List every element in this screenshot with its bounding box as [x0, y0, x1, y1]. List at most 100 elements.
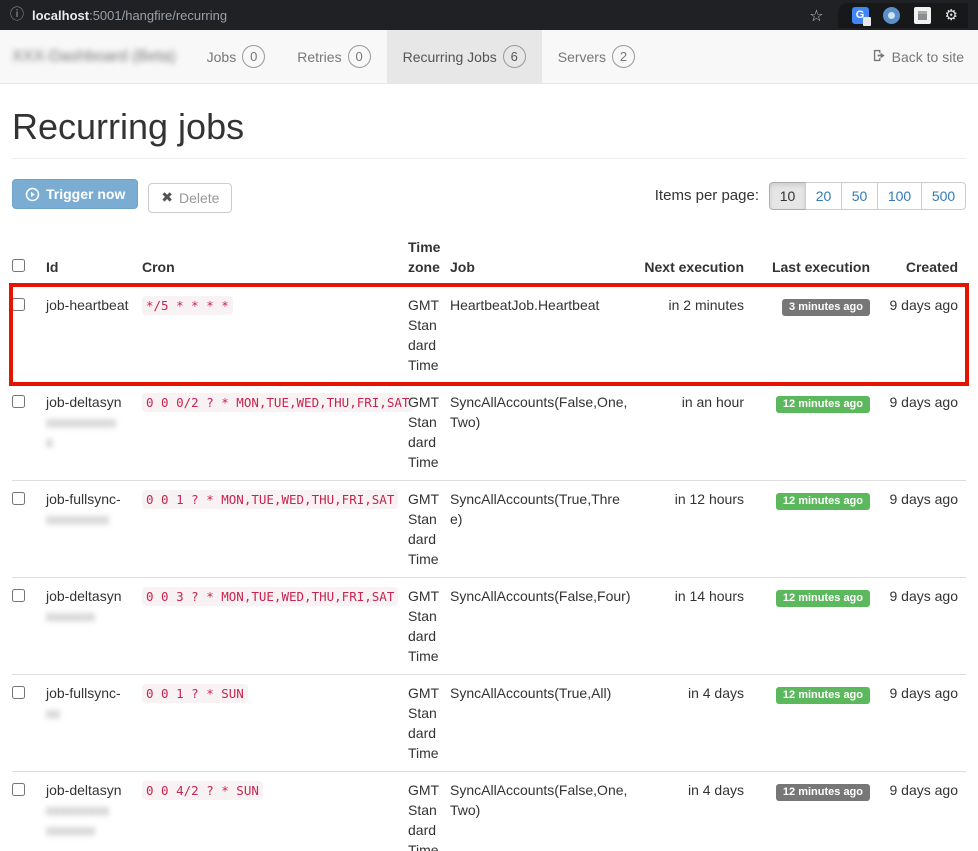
cron-expression: 0 0 4/2 ? * SUN: [142, 781, 263, 800]
nav-tab-label: Recurring Jobs: [403, 49, 497, 65]
job-id-text: job-fullsync-: [46, 491, 121, 507]
delete-x-icon: ✖: [161, 190, 173, 206]
table-row: job-fullsync-xx 0 0 1 ? * SUN GMT Standa…: [12, 674, 966, 771]
nav-tab-jobs[interactable]: Jobs 0: [191, 30, 282, 83]
table-row: job-heartbeat */5 * * * * GMT Standard T…: [12, 286, 966, 384]
table-row: job-deltasynxxxxxxxxxxx 0 0 0/2 ? * MON,…: [12, 383, 966, 480]
row-checkbox[interactable]: [12, 783, 25, 796]
next-execution-cell: in 2 minutes: [640, 286, 752, 384]
translate-extension-icon[interactable]: G: [852, 7, 869, 24]
created-cell: 9 days ago: [878, 286, 966, 384]
table-row: job-fullsync-xxxxxxxxx 0 0 1 ? * MON,TUE…: [12, 480, 966, 577]
browser-address-bar: ⓘ localhost:5001/hangfire/recurring ☆ G …: [0, 0, 978, 30]
page-size-500[interactable]: 500: [921, 182, 966, 210]
cron-cell: 0 0 1 ? * SUN: [142, 674, 408, 771]
header-next-execution: Next execution: [640, 229, 752, 286]
job-id-text: job-deltasyn: [46, 394, 122, 410]
row-checkbox[interactable]: [12, 395, 25, 408]
nav-tab-retries[interactable]: Retries 0: [281, 30, 386, 83]
last-execution-cell: 12 minutes ago: [752, 383, 878, 480]
gear-extension-icon[interactable]: ⚙: [945, 8, 958, 23]
items-per-page-label: Items per page:: [655, 187, 759, 204]
last-execution-badge[interactable]: 12 minutes ago: [776, 590, 870, 607]
job-id-redacted-text: xxxxxxxxx: [46, 800, 134, 820]
cron-cell: 0 0 0/2 ? * MON,TUE,WED,THU,FRI,SAT: [142, 383, 408, 480]
trigger-now-label: Trigger now: [46, 186, 125, 202]
created-cell: 9 days ago: [878, 383, 966, 480]
job-method-cell: SyncAllAccounts(True,All): [450, 674, 640, 771]
logout-icon: [872, 48, 887, 66]
job-id-text: job-fullsync-: [46, 685, 121, 701]
url-text[interactable]: localhost:5001/hangfire/recurring: [32, 8, 227, 23]
last-execution-badge[interactable]: 3 minutes ago: [782, 299, 870, 316]
row-checkbox[interactable]: [12, 298, 25, 311]
job-method-cell: HeartbeatJob.Heartbeat: [450, 286, 640, 384]
job-method-cell: SyncAllAccounts(False,One, Two): [450, 383, 640, 480]
delete-label: Delete: [179, 190, 219, 206]
last-execution-cell: 12 minutes ago: [752, 480, 878, 577]
cron-expression: 0 0 1 ? * SUN: [142, 684, 248, 703]
last-execution-badge[interactable]: 12 minutes ago: [776, 687, 870, 704]
nav-tab-count-badge: 0: [348, 45, 371, 68]
items-per-page: Items per page: 102050100500: [655, 182, 966, 210]
extensions-strip: G ⚙: [838, 3, 968, 28]
back-to-site-link[interactable]: Back to site: [872, 48, 964, 66]
nav-tabs: Jobs 0 Retries 0 Recurring Jobs 6 Server…: [191, 30, 651, 83]
donut-extension-icon[interactable]: [883, 7, 900, 24]
nav-tab-label: Jobs: [207, 49, 237, 65]
cron-expression: 0 0 3 ? * MON,TUE,WED,THU,FRI,SAT: [142, 587, 398, 606]
table-row: job-deltasynxxxxxxx 0 0 3 ? * MON,TUE,WE…: [12, 577, 966, 674]
job-id-cell: job-deltasynxxxxxxx: [46, 577, 142, 674]
job-id-text: job-deltasyn: [46, 782, 122, 798]
last-execution-badge[interactable]: 12 minutes ago: [776, 784, 870, 801]
row-checkbox[interactable]: [12, 589, 25, 602]
last-execution-cell: 12 minutes ago: [752, 771, 878, 851]
header-job: Job: [450, 229, 640, 286]
nav-tab-servers[interactable]: Servers 2: [542, 30, 651, 83]
page-size-20[interactable]: 20: [805, 182, 842, 210]
timezone-cell: GMT Standard Time: [408, 771, 450, 851]
job-id-cell: job-heartbeat: [46, 286, 142, 384]
nav-tab-count-badge: 0: [242, 45, 265, 68]
next-execution-cell: in 14 hours: [640, 577, 752, 674]
hangfire-navbar: XXX-Dashboard (Beta) Jobs 0 Retries 0 Re…: [0, 30, 978, 84]
select-all-checkbox[interactable]: [12, 259, 25, 272]
created-cell: 9 days ago: [878, 674, 966, 771]
job-id-cell: job-fullsync-xx: [46, 674, 142, 771]
nav-tab-label: Retries: [297, 49, 341, 65]
table-header-row: Id Cron Time zone Job Next execution Las…: [12, 229, 966, 286]
cron-cell: 0 0 3 ? * MON,TUE,WED,THU,FRI,SAT: [142, 577, 408, 674]
page-size-50[interactable]: 50: [841, 182, 878, 210]
brand[interactable]: XXX-Dashboard (Beta): [0, 30, 191, 83]
toolbar: Trigger now ✖ Delete Items per page: 102…: [12, 179, 966, 213]
job-id-cell: job-deltasyn xxxxxxxxxxxxxxxx: [46, 771, 142, 851]
page-info-icon[interactable]: ⓘ: [10, 8, 24, 22]
last-execution-badge[interactable]: 12 minutes ago: [776, 396, 870, 413]
row-checkbox[interactable]: [12, 686, 25, 699]
job-id-redacted-text: xx: [46, 703, 134, 723]
created-cell: 9 days ago: [878, 577, 966, 674]
bookmark-star-icon[interactable]: ☆: [809, 6, 823, 25]
job-id-text: job-deltasyn: [46, 588, 122, 604]
job-id-redacted-text: x: [46, 432, 134, 452]
job-id-redacted-text: xxxxxxx: [46, 820, 134, 840]
nav-tab-count-badge: 2: [612, 45, 635, 68]
job-id-text: job-heartbeat: [46, 297, 129, 313]
job-method-cell: SyncAllAccounts(True,Three): [450, 480, 640, 577]
timezone-cell: GMT Standard Time: [408, 286, 450, 384]
job-method-cell: SyncAllAccounts(False,Four): [450, 577, 640, 674]
action-buttons: Trigger now ✖ Delete: [12, 179, 232, 213]
last-execution-badge[interactable]: 12 minutes ago: [776, 493, 870, 510]
table-row: job-deltasyn xxxxxxxxxxxxxxxx 0 0 4/2 ? *…: [12, 771, 966, 851]
header-id: Id: [46, 229, 142, 286]
page-size-10[interactable]: 10: [769, 182, 806, 210]
delete-button[interactable]: ✖ Delete: [148, 183, 232, 213]
row-checkbox[interactable]: [12, 492, 25, 505]
trigger-now-button[interactable]: Trigger now: [12, 179, 138, 209]
package-extension-icon[interactable]: [914, 7, 931, 24]
page-size-100[interactable]: 100: [877, 182, 922, 210]
last-execution-cell: 12 minutes ago: [752, 674, 878, 771]
nav-tab-recurring-jobs[interactable]: Recurring Jobs 6: [387, 30, 542, 83]
back-to-site-label: Back to site: [892, 49, 964, 65]
header-cron: Cron: [142, 229, 408, 286]
